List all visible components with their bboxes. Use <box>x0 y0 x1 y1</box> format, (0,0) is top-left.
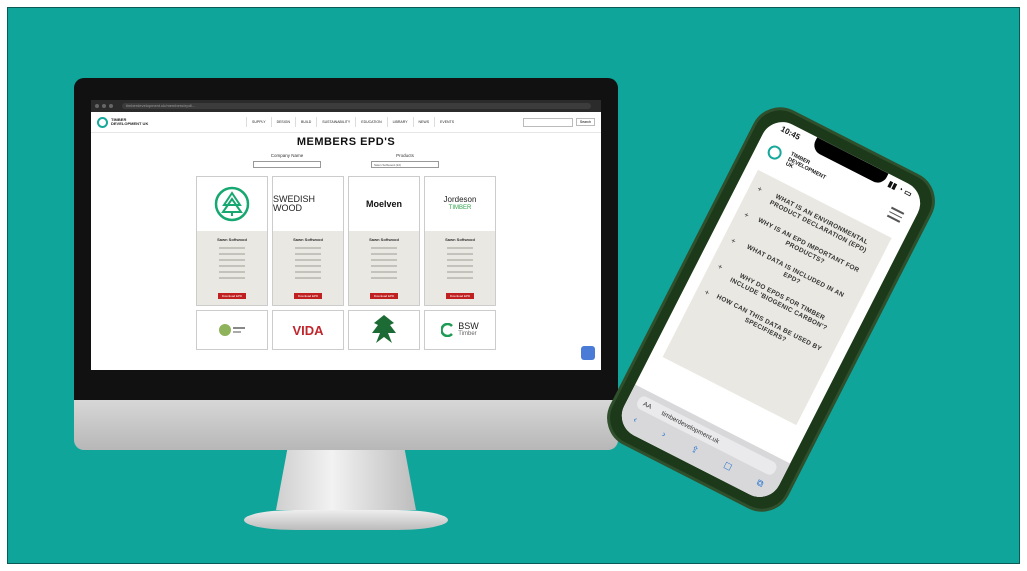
vida-logo: VIDA <box>292 322 324 338</box>
nav-design[interactable]: DESIGN <box>270 117 295 127</box>
product-name: Sawn Softwood <box>445 237 475 242</box>
desktop-screen: timberdevelopment.uk/members/epd/... TIM… <box>91 100 601 370</box>
member-card[interactable] <box>196 310 268 350</box>
mobile-phone: 10:45 ▮▮ ◔ ▭ TIMBER DEVELOPMENT UK + WHAT… <box>596 97 946 522</box>
bsw-sub: Timber <box>458 331 477 337</box>
member-card[interactable]: BSW Timber <box>424 310 496 350</box>
forward-icon[interactable] <box>102 104 106 108</box>
recaptcha-icon[interactable] <box>581 346 595 360</box>
site-header: TIMBER DEVELOPMENT UK SUPPLY DESIGN BUIL… <box>91 112 601 133</box>
plus-icon: + <box>729 235 738 246</box>
page-title: MEMBERS EPD'S <box>296 136 396 148</box>
search-button[interactable]: Search <box>575 118 595 126</box>
download-epd-button[interactable]: Download EPD <box>369 293 399 299</box>
phone-screen: 10:45 ▮▮ ◔ ▭ TIMBER DEVELOPMENT UK + WHAT… <box>614 114 928 505</box>
swedish-wood-logo: SWEDISH WOOD <box>273 177 343 231</box>
download-epd-button[interactable]: Download EPD <box>445 293 475 299</box>
company-filter: Company Name <box>253 153 321 168</box>
jordeson-logo: Jordeson TIMBER <box>425 177 495 231</box>
download-epd-button[interactable]: Download EPD <box>293 293 323 299</box>
member-card[interactable]: Jordeson TIMBER Sawn Softwood Download EP… <box>424 176 496 306</box>
monitor-foot <box>244 510 448 530</box>
jordeson-text: Jordeson <box>443 195 477 204</box>
jordeson-sub: TIMBER <box>448 205 472 211</box>
member-card[interactable]: Sawn Softwood Download EPD <box>196 176 268 306</box>
swedish-wood-text: SWEDISH WOOD <box>273 194 316 213</box>
download-epd-button[interactable]: Download EPD <box>217 293 247 299</box>
plus-icon: + <box>742 209 751 220</box>
plus-icon: + <box>716 261 725 272</box>
hamburger-menu-icon[interactable] <box>887 206 905 223</box>
site-logo-text[interactable]: TIMBER DEVELOPMENT UK <box>111 118 151 126</box>
product-name: Sawn Softwood <box>369 237 399 242</box>
share-icon[interactable]: ⇪ <box>689 444 700 457</box>
moelven-logo: Moelven <box>349 177 419 231</box>
address-bar[interactable]: timberdevelopment.uk/members/epd/... <box>122 103 591 109</box>
browser-toolbar: timberdevelopment.uk/members/epd/... <box>91 100 601 112</box>
phone-body: 10:45 ▮▮ ◔ ▭ TIMBER DEVELOPMENT UK + WHAT… <box>596 97 946 522</box>
monitor-chin <box>74 400 618 450</box>
member-logo-icon <box>219 324 245 336</box>
desktop-monitor: timberdevelopment.uk/members/epd/... TIM… <box>74 78 618 530</box>
products-label: Products <box>396 153 414 158</box>
tree-logo-icon <box>197 177 267 231</box>
members-grid: Sawn Softwood Download EPD SWEDISH WOOD … <box>91 176 601 350</box>
nav-education[interactable]: EDUCATION <box>355 117 386 127</box>
product-name: Sawn Softwood <box>217 237 247 242</box>
nav-build[interactable]: BUILD <box>294 117 316 127</box>
back-icon[interactable] <box>95 104 99 108</box>
member-card-info: Sawn Softwood Download EPD <box>273 231 343 305</box>
product-name: Sawn Softwood <box>293 237 323 242</box>
member-card-info: Sawn Softwood Download EPD <box>349 231 419 305</box>
filters: Company Name Products Sawn Softwood (22) <box>91 153 601 168</box>
nav-library[interactable]: LIBRARY <box>386 117 413 127</box>
text-size-button[interactable]: AA <box>642 400 653 410</box>
search-input[interactable] <box>522 117 573 127</box>
company-name-input[interactable] <box>253 161 321 168</box>
main-nav: SUPPLY DESIGN BUILD SUSTAINABILITY EDUCA… <box>246 117 459 127</box>
nav-sustainability[interactable]: SUSTAINABILITY <box>316 117 355 127</box>
member-card-info: Sawn Softwood Download EPD <box>197 231 267 305</box>
nav-supply[interactable]: SUPPLY <box>246 117 271 127</box>
bookmarks-icon[interactable]: ☐ <box>721 460 734 473</box>
member-card[interactable]: VIDA <box>272 310 344 350</box>
member-card[interactable]: SWEDISH WOOD Sawn Softwood Download EPD <box>272 176 344 306</box>
mockup-canvas: timberdevelopment.uk/members/epd/... TIM… <box>7 7 1020 564</box>
site-search: Search <box>522 117 595 127</box>
nav-news[interactable]: NEWS <box>412 117 435 127</box>
member-card[interactable]: Moelven Sawn Softwood Download EPD <box>348 176 420 306</box>
plus-icon: + <box>703 287 712 298</box>
plus-icon: + <box>755 183 765 194</box>
products-filter: Products Sawn Softwood (22) <box>371 153 439 168</box>
products-select[interactable]: Sawn Softwood (22) <box>371 161 439 168</box>
back-icon[interactable]: ‹ <box>631 414 639 425</box>
member-card-info: Sawn Softwood Download EPD <box>425 231 495 305</box>
company-name-label: Company Name <box>270 153 304 158</box>
monitor-bezel: timberdevelopment.uk/members/epd/... TIM… <box>74 78 618 400</box>
tabs-icon[interactable]: ⧉ <box>755 477 765 490</box>
heraldic-logo-icon <box>372 315 396 343</box>
monitor-stand <box>276 450 416 510</box>
reload-icon[interactable] <box>109 104 113 108</box>
member-card[interactable] <box>348 310 420 350</box>
nav-events[interactable]: EVENTS <box>434 117 459 127</box>
tduk-logo-icon[interactable] <box>97 116 108 128</box>
moelven-text: Moelven <box>365 199 402 209</box>
bsw-logo-icon <box>441 323 454 337</box>
forward-icon[interactable]: › <box>660 429 667 440</box>
tduk-logo-icon[interactable] <box>765 143 784 163</box>
